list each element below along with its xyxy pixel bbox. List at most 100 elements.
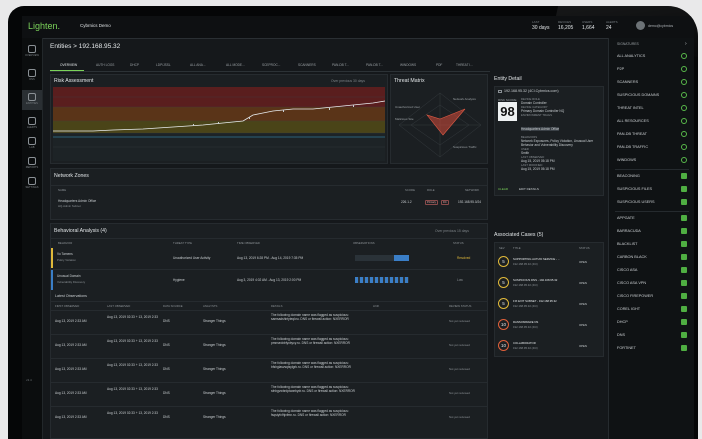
nav-lab[interactable]: LAB bbox=[22, 134, 42, 154]
sidebar-item-beaconing[interactable]: BEACONING bbox=[617, 172, 687, 182]
user-menu[interactable]: demo@cybrnics bbox=[648, 24, 673, 28]
col-header: SEV bbox=[499, 246, 505, 250]
case-title: SUSPICIOUS DNS - 192.168.95.32 bbox=[513, 278, 558, 282]
nav-dns[interactable]: DNS bbox=[22, 66, 42, 86]
sidebar-item-cisco-asa-vpn[interactable]: CISCO ASA VPN bbox=[617, 279, 687, 289]
observation-row[interactable]: Aug 13, 2019 2:33 AM Aug 13, 2019 02:33 … bbox=[51, 382, 487, 407]
risk-band-medium bbox=[53, 107, 385, 121]
tab-scanners[interactable]: SCANNERS bbox=[298, 63, 316, 67]
risk-subtitle: Over previous 30 days bbox=[331, 79, 365, 83]
tab-windows[interactable]: WINDOWS bbox=[400, 63, 416, 67]
tab-overview[interactable]: OVERVIEW bbox=[60, 63, 77, 67]
col-header: BEHAVIOR bbox=[58, 241, 73, 245]
behavior-name: Unusual Domain bbox=[57, 274, 81, 278]
check-circle-icon bbox=[681, 53, 687, 59]
stat-label: USERS bbox=[582, 20, 593, 24]
edit-details-button[interactable]: EDIT DETAILS bbox=[519, 187, 539, 191]
org-name[interactable]: Cybrnics Demo bbox=[80, 23, 111, 28]
check-circle-icon bbox=[681, 118, 687, 124]
tab-auth-logs[interactable]: AUTH LOGS bbox=[96, 63, 114, 67]
stat-value: 24 bbox=[606, 25, 612, 31]
sidebar-item-pan-db-threat[interactable]: PAN-DB THREAT bbox=[617, 130, 687, 140]
sidebar-item-all-analytics[interactable]: ALL ANALYTICS bbox=[617, 52, 687, 62]
sidebar-item-pan-db-traffic[interactable]: PAN-DB TRAFFIC bbox=[617, 143, 687, 153]
zone-name[interactable]: Headquarters Admin Office bbox=[58, 199, 96, 203]
obs-details: The following domain name was flagged as… bbox=[271, 385, 355, 393]
tab-pan-db-1[interactable]: PAN-DB T... bbox=[332, 63, 349, 67]
sidebar-item-barracuda[interactable]: BARRACUDA bbox=[617, 227, 687, 237]
behavioral-analysis-panel: Behavioral Analysis (4) Over previous 15… bbox=[50, 223, 488, 439]
behavior-row-2[interactable]: Unusual Domain Vulnerability Discovery H… bbox=[51, 270, 487, 290]
case-title: COLLABORATOR bbox=[513, 341, 536, 345]
case-row[interactable]: 10 COLLABORATOR 192.168.95.32 (4Cl) OPEN bbox=[495, 336, 603, 357]
observation-row[interactable]: Aug 13, 2019 2:33 AM Aug 13, 2019 02:33 … bbox=[51, 310, 487, 335]
observation-row[interactable]: Aug 13, 2019 2:33 AM Aug 13, 2019 02:33 … bbox=[51, 406, 487, 431]
case-status: OPEN bbox=[579, 260, 587, 264]
case-row[interactable]: 10 RANSOMWARE NS 192.168.95.32 (4Cl) OPE… bbox=[495, 315, 603, 336]
sidebar-item-suspicious-domains[interactable]: SUSPICIOUS DOMAINS bbox=[617, 91, 687, 101]
sidebar-item-windows[interactable]: WINDOWS bbox=[617, 156, 687, 166]
observation-row[interactable]: Aug 13, 2019 2:33 AM Aug 13, 2019 02:33 … bbox=[51, 358, 487, 383]
tab-ldp[interactable]: LDP/JSSL bbox=[156, 63, 171, 67]
sidebar-item-corelight[interactable]: COREL IGHT bbox=[617, 305, 687, 315]
nav-label: SETTINGS bbox=[25, 186, 39, 189]
col-header: REVIEW STATUS bbox=[449, 304, 472, 308]
tab-sceproc[interactable]: SCEPROC... bbox=[262, 63, 280, 67]
obs-source: DNS bbox=[163, 319, 170, 323]
environment-tag[interactable]: Headquarters Admin Office bbox=[521, 127, 560, 131]
avatar[interactable] bbox=[636, 21, 645, 30]
nav-overview[interactable]: OVERVIEW bbox=[22, 42, 42, 62]
checkbox-icon bbox=[681, 345, 687, 351]
sidebar-item-dns[interactable]: DNS bbox=[617, 331, 687, 341]
nav-reports[interactable]: REPORTS bbox=[22, 154, 42, 174]
sidebar-item-blacklist[interactable]: BLACKLIST bbox=[617, 240, 687, 250]
sidebar-item-label: SCANNERS bbox=[617, 80, 639, 84]
sidebar-item-fortinet[interactable]: FORTINET bbox=[617, 344, 687, 354]
severity-badge: 10 bbox=[498, 340, 509, 351]
observation-row[interactable]: Aug 13, 2019 2:33 AM Aug 13, 2019 02:33 … bbox=[51, 334, 487, 359]
sidebar-item-suspicious-files[interactable]: SUSPICIOUS FILES bbox=[617, 185, 687, 195]
cases-panel: SEV TITLE STATUS 5 SUPPORTING AUTH'D SER… bbox=[494, 242, 604, 357]
flask-icon bbox=[28, 137, 36, 145]
case-row[interactable]: 5 SUSPICIOUS DNS - 192.168.95.32 192.168… bbox=[495, 273, 603, 294]
tab-all-mode[interactable]: ALL MODE... bbox=[226, 63, 245, 67]
behavior-subtitle: Over previous 15 days bbox=[435, 229, 469, 233]
entity-fields: DEVICE ROLE Domain Controller DEVICE CAT… bbox=[521, 97, 603, 171]
nav-alerts[interactable]: ALERTS bbox=[22, 114, 42, 134]
nav-entities[interactable]: ENTITIES bbox=[22, 90, 42, 110]
tab-threat-intel[interactable]: THREAT I... bbox=[456, 63, 473, 67]
nav-label: ENTITIES bbox=[26, 102, 38, 105]
tab-dhcp[interactable]: DHCP bbox=[130, 63, 139, 67]
case-row[interactable]: 5 SUPPORTING AUTH'D SERVICE - ... 192.16… bbox=[495, 252, 603, 273]
case-row[interactable]: 5 FIX EXIT SUBNET - 192.168.95.32 192.16… bbox=[495, 294, 603, 315]
entity-detail-panel: 192.168.95.32 (4Cl.Cybrnics.com) RISK SC… bbox=[494, 86, 604, 196]
app-screen: Lighten. Cybrnics Demo LAST 30 days DEVIC… bbox=[22, 16, 694, 439]
sidebar-item-suspicious-users[interactable]: SUSPICIOUS USERS bbox=[617, 198, 687, 208]
obs-analyst: Stranger Things bbox=[203, 343, 226, 347]
col-header: FIRST OBSERVED bbox=[55, 304, 80, 308]
sidebar-item-scanners[interactable]: SCANNERS bbox=[617, 78, 687, 88]
tab-pdf[interactable]: PDF bbox=[436, 63, 442, 67]
zones-title: Network Zones bbox=[54, 173, 89, 179]
sidebar-item-threat-intel[interactable]: THREAT INTEL bbox=[617, 104, 687, 114]
obs-last: Aug 13, 2019 02:33 + 13, 2019 2:33 bbox=[107, 387, 158, 391]
sidebar-item-p2p[interactable]: P2P bbox=[617, 65, 687, 75]
threat-label-4: Suspicious Traffic bbox=[453, 145, 477, 149]
sidebar-item-appgate[interactable]: APPGATE bbox=[617, 214, 687, 224]
app-logo[interactable]: Lighten. bbox=[28, 21, 60, 31]
tab-pan-db-2[interactable]: PAN-DB T... bbox=[366, 63, 383, 67]
severity-badge: 10 bbox=[498, 319, 509, 330]
sidebar-item-cisco-firepower[interactable]: CISCO FIREPOWER bbox=[617, 292, 687, 302]
tab-all-ana[interactable]: ALL ANA... bbox=[190, 63, 205, 67]
sidebar-item-dhcp[interactable]: DHCP bbox=[617, 318, 687, 328]
chevron-right-icon[interactable]: › bbox=[685, 41, 687, 47]
nav-label: OVERVIEW bbox=[25, 54, 39, 57]
clear-button[interactable]: CLEAR bbox=[498, 187, 508, 191]
stat-label: ALERTS bbox=[606, 20, 618, 24]
sidebar-item-all-resources[interactable]: ALL RESOURCES bbox=[617, 117, 687, 127]
nav-settings[interactable]: SETTINGS bbox=[22, 174, 42, 194]
monitor-icon bbox=[498, 90, 502, 93]
sidebar-item-carbon-black[interactable]: CARBON BLACK bbox=[617, 253, 687, 263]
sidebar-item-cisco-asa[interactable]: CISCO ASA bbox=[617, 266, 687, 276]
behavior-row-1[interactable]: Vo Tamens Policy Violation Unauthorized … bbox=[51, 248, 487, 268]
